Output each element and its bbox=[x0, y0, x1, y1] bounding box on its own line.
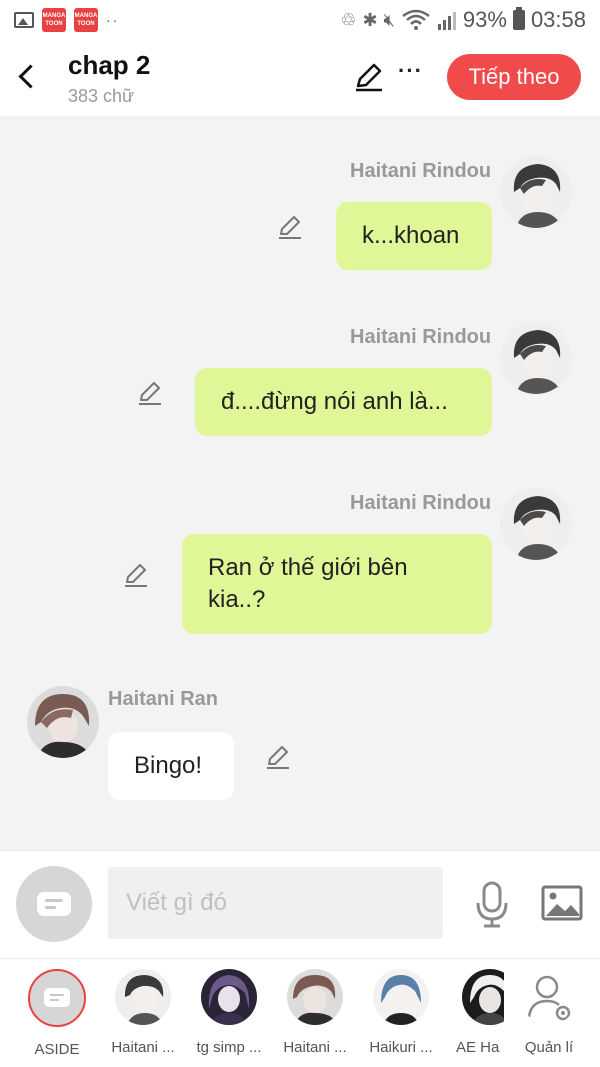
mute-icon: 🔇︎ bbox=[383, 9, 395, 30]
character-label: Quản lí bbox=[524, 1039, 574, 1056]
battery-percent: 93% bbox=[462, 7, 507, 32]
battery-icon bbox=[512, 7, 525, 30]
bluetooth-icon: ✱ bbox=[362, 9, 378, 30]
character-label: Haikuri ... bbox=[369, 1039, 433, 1056]
message-text: Bingo! bbox=[134, 752, 203, 779]
edit-pen-icon[interactable] bbox=[352, 60, 386, 94]
character-label: AE Ha bbox=[456, 1039, 500, 1056]
word-count: 383 chữ bbox=[68, 86, 135, 106]
avatar-haitani-ran[interactable] bbox=[27, 686, 99, 758]
image-upload-icon[interactable] bbox=[540, 881, 584, 925]
character-haitani-rindou[interactable]: Haitani ... bbox=[100, 969, 186, 1056]
message-sender-name: Haitani Ran bbox=[108, 688, 219, 710]
message-bubble[interactable]: Ran ở thế giới bên kia..? bbox=[182, 534, 492, 634]
cell-signal-icon bbox=[437, 12, 456, 30]
mangatoon-logo: MANGA TOON bbox=[42, 8, 66, 32]
message-sender-name: Haitani Rindou bbox=[350, 326, 492, 348]
manage-characters-icon bbox=[521, 969, 577, 1025]
chapter-header: chap 2 383 chữ ··· Tiếp theo bbox=[0, 40, 600, 116]
chapter-title: chap 2 bbox=[68, 50, 151, 80]
character-label: Haitani ... bbox=[283, 1039, 347, 1056]
character-bar: ASIDE Haitani ... tg simp ... Haitani ..… bbox=[0, 958, 600, 1067]
edit-message-pen-icon[interactable] bbox=[136, 379, 164, 407]
gallery-icon bbox=[14, 12, 34, 28]
character-avatar bbox=[287, 969, 343, 1025]
more-notifications-dots: ·· bbox=[106, 12, 120, 28]
character-avatar bbox=[201, 969, 257, 1025]
status-bar: MANGA TOON MANGA TOON ·· ♲ ✱ 🔇︎ 93% 03:5… bbox=[0, 0, 600, 40]
character-label: ASIDE bbox=[34, 1041, 80, 1058]
character-label: Haitani ... bbox=[111, 1039, 175, 1056]
system-icons: ♲ ✱ 🔇︎ 93% 03:58 bbox=[340, 7, 586, 33]
character-haikuri[interactable]: Haikuri ... bbox=[358, 969, 444, 1056]
message-composer bbox=[0, 850, 600, 958]
mangatoon-logo-2: MANGA TOON bbox=[74, 8, 98, 32]
avatar-haitani-rindou[interactable] bbox=[500, 488, 572, 560]
message-icon bbox=[37, 892, 71, 916]
aside-toggle-button[interactable] bbox=[16, 866, 92, 942]
character-aside[interactable]: ASIDE bbox=[14, 969, 100, 1058]
edit-message-pen-icon[interactable] bbox=[276, 213, 304, 241]
character-label: tg simp ... bbox=[196, 1039, 262, 1056]
message-icon bbox=[44, 988, 70, 1007]
chat-area[interactable]: Haitani Rindou k...khoan Haitani Rindou … bbox=[0, 116, 600, 850]
character-avatar bbox=[462, 969, 504, 1025]
message-input[interactable] bbox=[108, 867, 443, 939]
edit-message-pen-icon[interactable] bbox=[122, 561, 150, 589]
manage-characters-button[interactable]: Quản lí bbox=[504, 969, 594, 1056]
character-avatar bbox=[115, 969, 171, 1025]
back-button[interactable] bbox=[14, 58, 44, 94]
microphone-icon[interactable] bbox=[470, 879, 514, 929]
message-text: đ....đừng nói anh là... bbox=[221, 388, 448, 415]
message-bubble[interactable]: Bingo! bbox=[108, 732, 234, 800]
edit-message-pen-icon[interactable] bbox=[264, 743, 292, 771]
avatar-haitani-rindou[interactable] bbox=[500, 156, 572, 228]
more-options-button[interactable]: ··· bbox=[398, 58, 423, 84]
wifi-signal-icon bbox=[402, 9, 430, 30]
aside-avatar bbox=[28, 969, 86, 1027]
next-chapter-button[interactable]: Tiếp theo bbox=[447, 54, 581, 100]
avatar-haitani-rindou[interactable] bbox=[500, 322, 572, 394]
character-tg-simp[interactable]: tg simp ... bbox=[186, 969, 272, 1056]
character-haitani-ran[interactable]: Haitani ... bbox=[272, 969, 358, 1056]
clock: 03:58 bbox=[530, 7, 586, 32]
message-text: Ran ở thế giới bên kia..? bbox=[208, 554, 408, 613]
message-sender-name: Haitani Rindou bbox=[350, 160, 492, 182]
character-ae-ha[interactable]: AE Ha bbox=[444, 969, 504, 1056]
notification-icons: MANGA TOON MANGA TOON ·· bbox=[14, 8, 119, 32]
message-text: k...khoan bbox=[362, 222, 460, 249]
message-bubble[interactable]: k...khoan bbox=[336, 202, 492, 270]
message-bubble[interactable]: đ....đừng nói anh là... bbox=[195, 368, 492, 436]
character-avatar bbox=[373, 969, 429, 1025]
message-sender-name: Haitani Rindou bbox=[350, 492, 492, 514]
recycle-icon: ♲ bbox=[340, 9, 357, 30]
